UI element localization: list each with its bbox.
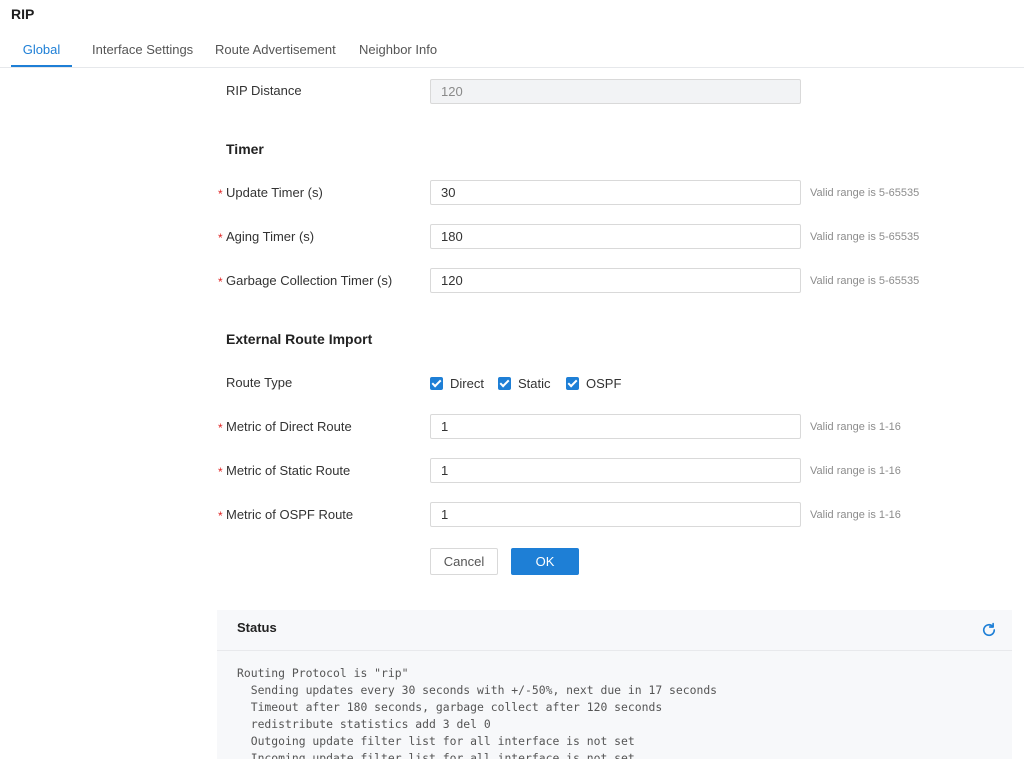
status-panel: Status Routing Protocol is "rip" Sending… xyxy=(217,610,1012,759)
required-marker: * xyxy=(218,231,223,245)
status-line: Routing Protocol is "rip" xyxy=(237,666,409,680)
route-type-direct-checkbox[interactable]: Direct xyxy=(430,374,484,392)
metric-direct-input[interactable] xyxy=(430,414,801,439)
status-line: Sending updates every 30 seconds with +/… xyxy=(237,683,718,697)
tab-route-advertisement[interactable]: Route Advertisement xyxy=(215,36,336,65)
required-marker: * xyxy=(218,421,223,435)
update-timer-hint: Valid range is 5-65535 xyxy=(810,187,920,199)
cancel-button[interactable]: Cancel xyxy=(430,548,498,575)
metric-direct-hint: Valid range is 1-16 xyxy=(810,421,901,433)
garbage-timer-hint: Valid range is 5-65535 xyxy=(810,275,920,287)
tab-neighbor-info[interactable]: Neighbor Info xyxy=(359,36,437,65)
checkmark-icon xyxy=(430,376,443,390)
metric-ospf-label: Metric of OSPF Route xyxy=(226,507,354,522)
garbage-timer-input[interactable] xyxy=(430,268,801,293)
garbage-timer-label: Garbage Collection Timer (s) xyxy=(226,273,393,288)
checkmark-icon xyxy=(498,376,511,390)
metric-direct-label: Metric of Direct Route xyxy=(226,419,352,434)
rip-distance-input xyxy=(430,79,801,104)
status-header: Status xyxy=(217,610,1012,651)
tab-global[interactable]: Global xyxy=(11,36,72,67)
route-type-label: Route Type xyxy=(226,375,293,390)
aging-timer-label: Aging Timer (s) xyxy=(226,229,315,244)
ok-button[interactable]: OK xyxy=(511,548,579,575)
status-line: Timeout after 180 seconds, garbage colle… xyxy=(237,700,663,714)
checkbox-label: Direct xyxy=(450,375,484,391)
required-marker: * xyxy=(218,509,223,523)
status-line: Incoming update filter list for all inte… xyxy=(237,751,635,759)
aging-timer-input[interactable] xyxy=(430,224,801,249)
checkbox-label: Static xyxy=(518,375,551,391)
required-marker: * xyxy=(218,275,223,289)
page-title: RIP xyxy=(11,6,35,22)
required-marker: * xyxy=(218,187,223,201)
metric-ospf-hint: Valid range is 1-16 xyxy=(810,509,901,521)
route-type-ospf-checkbox[interactable]: OSPF xyxy=(566,374,621,392)
status-output: Routing Protocol is "rip" Sending update… xyxy=(237,665,717,759)
tab-bar: Global Interface Settings Route Advertis… xyxy=(0,36,1024,68)
checkbox-label: OSPF xyxy=(586,375,622,391)
metric-static-label: Metric of Static Route xyxy=(226,463,351,478)
status-line: Outgoing update filter list for all inte… xyxy=(237,734,635,748)
checkmark-icon xyxy=(566,376,579,390)
required-marker: * xyxy=(218,465,223,479)
external-route-section-title: External Route Import xyxy=(226,331,373,347)
metric-ospf-input[interactable] xyxy=(430,502,801,527)
status-title: Status xyxy=(237,620,277,635)
metric-static-input[interactable] xyxy=(430,458,801,483)
metric-static-hint: Valid range is 1-16 xyxy=(810,465,901,477)
update-timer-input[interactable] xyxy=(430,180,801,205)
tab-interface-settings[interactable]: Interface Settings xyxy=(92,36,193,65)
aging-timer-hint: Valid range is 5-65535 xyxy=(810,231,920,243)
update-timer-label: Update Timer (s) xyxy=(226,185,323,200)
status-line: redistribute statistics add 3 del 0 xyxy=(237,717,491,731)
refresh-icon[interactable] xyxy=(980,621,998,639)
rip-distance-label: RIP Distance xyxy=(226,83,302,98)
timer-section-title: Timer xyxy=(226,141,264,157)
route-type-static-checkbox[interactable]: Static xyxy=(498,374,551,392)
